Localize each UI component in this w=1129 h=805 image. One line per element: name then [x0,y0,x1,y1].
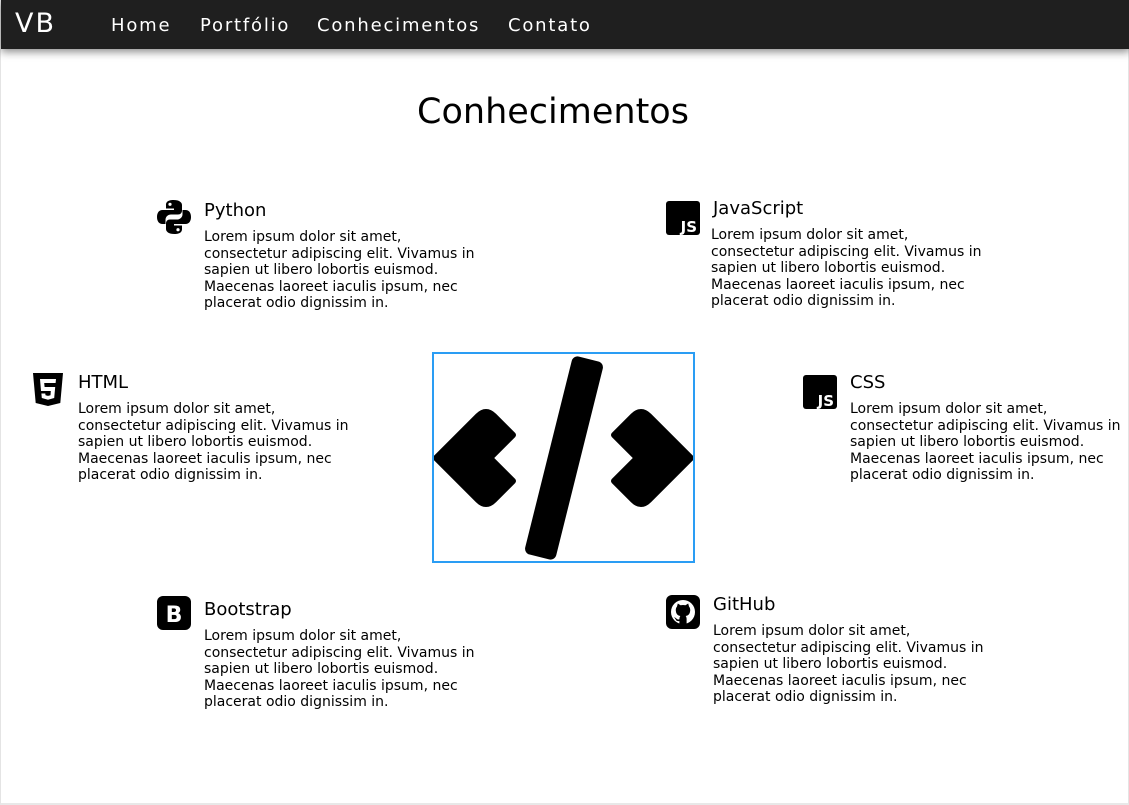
python-icon [157,200,191,234]
skill-description: Lorem ipsum dolor sit amet, consectetur … [204,229,475,312]
skill-name: CSS [850,372,886,393]
svg-text:JS: JS [680,218,697,235]
svg-text:B: B [166,603,183,628]
skill-description: Lorem ipsum dolor sit amet, consectetur … [850,401,1121,484]
javascript-icon: JS [803,375,837,410]
skill-name: GitHub [713,594,776,615]
skill-description: Lorem ipsum dolor sit amet, consectetur … [711,227,982,310]
skill-description: Lorem ipsum dolor sit amet, consectetur … [713,623,984,706]
skill-description: Lorem ipsum dolor sit amet, consectetur … [78,401,349,484]
bootstrap-icon: B [157,596,191,630]
nav-link-contato[interactable]: Contato [508,15,592,36]
code-illustration [432,352,695,563]
skill-name: Bootstrap [204,599,292,620]
svg-text:JS: JS [817,392,834,409]
skill-name: Python [204,200,267,221]
skill-name: HTML [78,372,129,393]
nav-link-home[interactable]: Home [111,15,171,36]
nav-link-conhecimentos[interactable]: Conhecimentos [317,15,480,36]
html5-icon [31,372,65,406]
github-icon [666,595,700,629]
brand-logo[interactable]: VB [15,8,56,39]
javascript-icon: JS [666,201,700,236]
top-navbar: VB Home Portfólio Conhecimentos Contato [1,0,1129,49]
skill-description: Lorem ipsum dolor sit amet, consectetur … [204,628,475,711]
page-title: Conhecimentos [417,92,689,132]
nav-link-portfolio[interactable]: Portfólio [200,15,290,36]
code-brackets-icon [433,356,694,560]
skill-name: JavaScript [713,198,804,219]
